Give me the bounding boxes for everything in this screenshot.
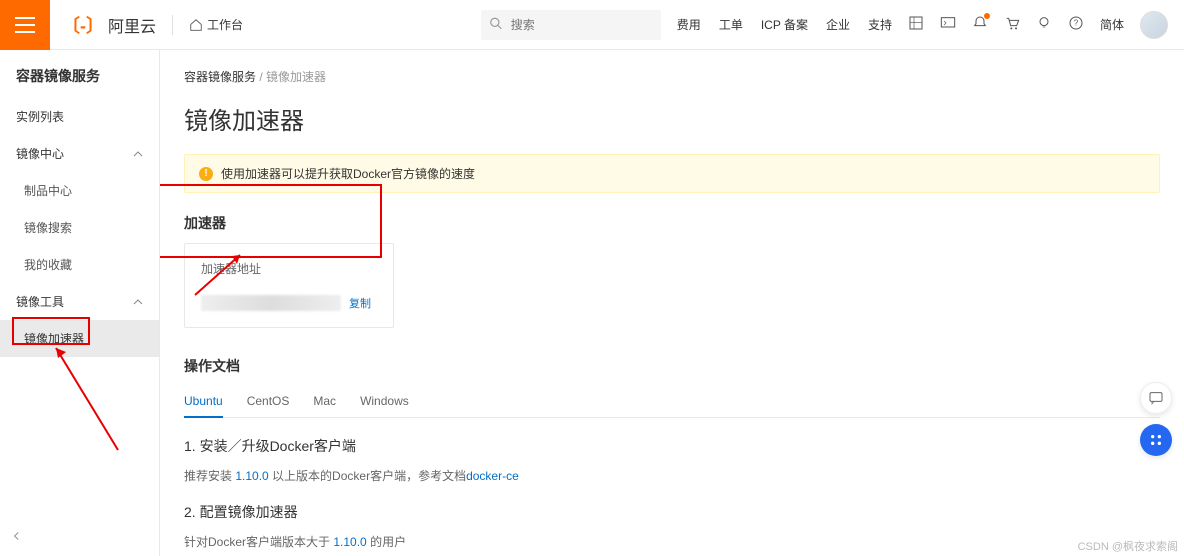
sidebar-title: 容器镜像服务 xyxy=(0,50,159,98)
search-icon xyxy=(489,16,503,33)
watermark: CSDN @枫夜求索阁 xyxy=(1078,538,1178,554)
breadcrumb-main[interactable]: 容器镜像服务 xyxy=(184,70,256,84)
nav-support[interactable]: 支持 xyxy=(868,16,892,33)
copy-button[interactable]: 复制 xyxy=(349,295,371,311)
app-icon[interactable] xyxy=(908,15,924,34)
accelerator-address-value xyxy=(201,295,341,311)
content: 容器镜像服务 / 镜像加速器 镜像加速器 ! 使用加速器可以提升获取Docker… xyxy=(160,50,1184,556)
sidebar-item-favorites[interactable]: 我的收藏 xyxy=(0,246,159,283)
menu-toggle-button[interactable] xyxy=(0,0,50,50)
nav-icp[interactable]: ICP 备案 xyxy=(761,16,808,33)
notification-dot xyxy=(984,13,990,19)
float-buttons xyxy=(1140,382,1172,456)
docker-ce-link[interactable]: docker-ce xyxy=(466,469,519,483)
info-icon: ! xyxy=(199,167,213,181)
lightbulb-icon[interactable] xyxy=(1036,15,1052,34)
breadcrumb-sub: 镜像加速器 xyxy=(266,70,326,84)
tab-centos[interactable]: CentOS xyxy=(247,386,290,418)
sidebar-item-instances[interactable]: 实例列表 xyxy=(0,98,159,135)
nav-enterprise[interactable]: 企业 xyxy=(826,16,850,33)
search-box xyxy=(481,10,661,40)
lang-switch[interactable]: 简体 xyxy=(1100,16,1124,33)
info-banner: ! 使用加速器可以提升获取Docker官方镜像的速度 xyxy=(184,154,1160,193)
feedback-button[interactable] xyxy=(1140,382,1172,414)
step2-title: 2. 配置镜像加速器 xyxy=(184,502,1160,522)
notification-icon[interactable] xyxy=(972,15,988,34)
cart-icon[interactable] xyxy=(1004,15,1020,34)
worktable-link[interactable]: 工作台 xyxy=(189,16,243,33)
top-header: 〔-〕 阿里云 工作台 费用 工单 ICP 备案 企业 支持 ? 简体 xyxy=(0,0,1184,50)
logo-text: 阿里云 xyxy=(108,13,156,37)
tab-mac[interactable]: Mac xyxy=(313,386,336,418)
logo[interactable]: 〔-〕 阿里云 xyxy=(62,12,156,38)
top-icons: ? 简体 xyxy=(908,11,1168,39)
svg-text:?: ? xyxy=(1074,19,1079,28)
home-icon xyxy=(189,18,203,32)
top-nav: 费用 工单 ICP 备案 企业 支持 xyxy=(677,16,892,33)
tab-windows[interactable]: Windows xyxy=(360,386,409,418)
tab-ubuntu[interactable]: Ubuntu xyxy=(184,386,223,418)
sidebar: 容器镜像服务 实例列表 镜像中心 制品中心 镜像搜索 我的收藏 镜像工具 镜像加… xyxy=(0,50,160,556)
addr-label: 加速器地址 xyxy=(201,260,377,277)
apps-button[interactable] xyxy=(1140,424,1172,456)
avatar[interactable] xyxy=(1140,11,1168,39)
banner-text: 使用加速器可以提升获取Docker官方镜像的速度 xyxy=(221,165,475,182)
step2-line1: 针对Docker客户端版本大于 1.10.0 的用户 xyxy=(184,532,1160,554)
cloudshell-icon[interactable] xyxy=(940,15,956,34)
nav-ticket[interactable]: 工单 xyxy=(719,16,743,33)
chevron-up-icon xyxy=(133,149,143,159)
step1-title: 1. 安装／升级Docker客户端 xyxy=(184,436,1160,456)
sidebar-item-artifacts[interactable]: 制品中心 xyxy=(0,172,159,209)
ops-doc-title: 操作文档 xyxy=(184,356,1160,376)
sidebar-item-search[interactable]: 镜像搜索 xyxy=(0,209,159,246)
aliyun-logo-icon: 〔-〕 xyxy=(62,12,104,38)
accelerator-section-title: 加速器 xyxy=(184,213,1160,233)
help-icon[interactable]: ? xyxy=(1068,15,1084,34)
os-tabs: Ubuntu CentOS Mac Windows xyxy=(184,386,1160,418)
sidebar-item-image-tools[interactable]: 镜像工具 xyxy=(0,283,159,320)
sidebar-collapse-button[interactable] xyxy=(10,529,24,546)
search-input[interactable] xyxy=(481,10,661,40)
accelerator-address-box: 加速器地址 复制 xyxy=(184,243,394,328)
nav-cost[interactable]: 费用 xyxy=(677,16,701,33)
sidebar-item-image-center[interactable]: 镜像中心 xyxy=(0,135,159,172)
breadcrumb: 容器镜像服务 / 镜像加速器 xyxy=(184,50,1160,93)
chevron-up-icon xyxy=(133,297,143,307)
page-title: 镜像加速器 xyxy=(184,101,1160,136)
step1-text: 推荐安装 1.10.0 以上版本的Docker客户端，参考文档docker-ce xyxy=(184,466,1160,488)
divider xyxy=(172,15,173,35)
sidebar-item-accelerator[interactable]: 镜像加速器 xyxy=(0,320,159,357)
